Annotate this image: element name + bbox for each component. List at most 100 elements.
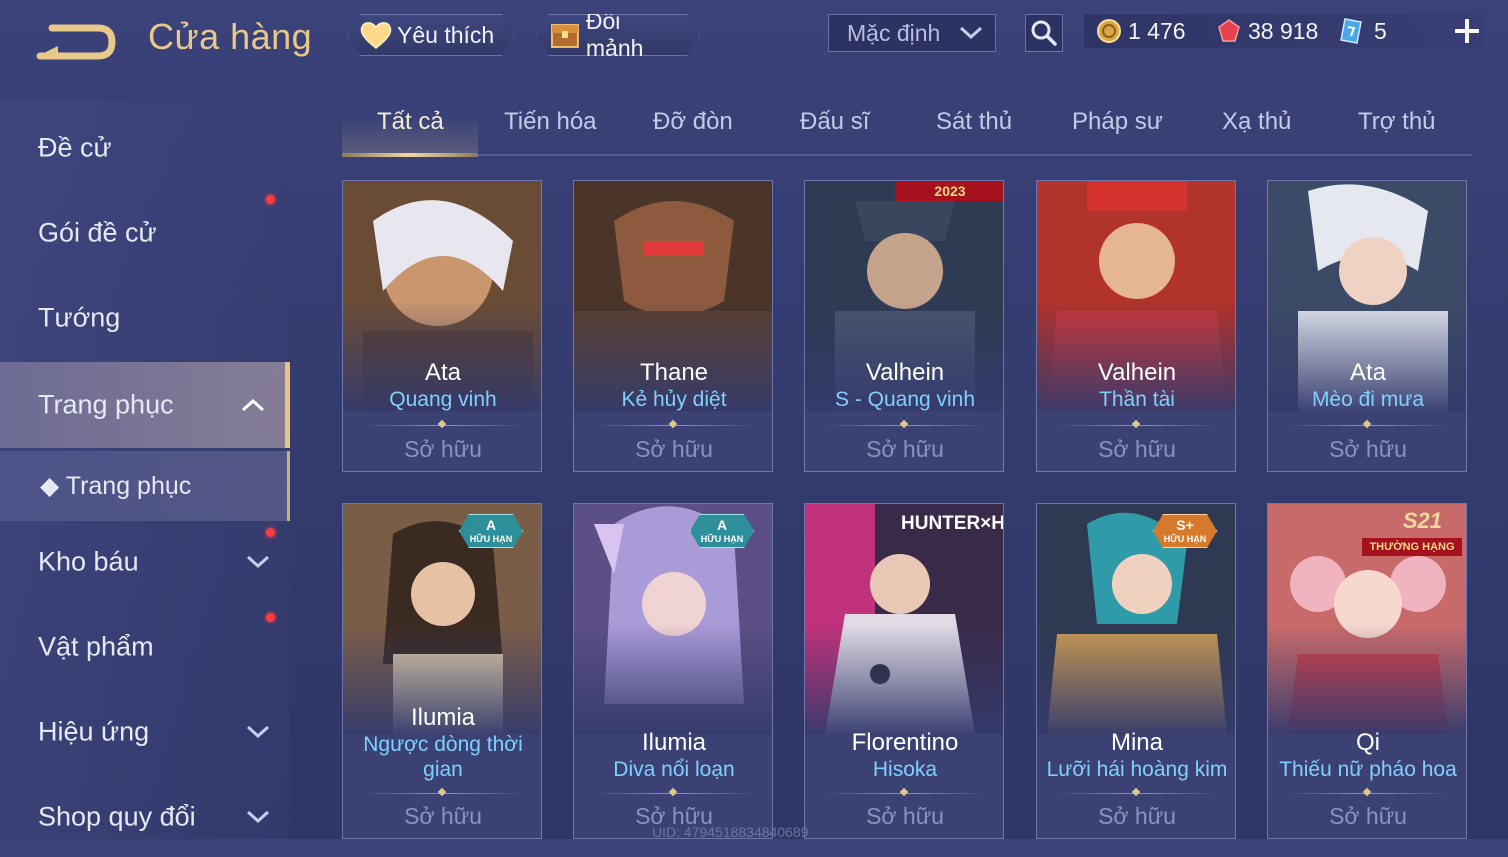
hero-name: Ilumia <box>410 704 476 731</box>
coin-value: 1 476 <box>1128 17 1186 44</box>
sidebar-item-effects[interactable]: Hiệu ứng <box>0 692 290 772</box>
hero-name: Ata <box>424 359 462 386</box>
rarity-badge: A HỮU HẠN <box>459 514 523 548</box>
ruby-balance: 38 918 <box>1216 14 1318 48</box>
rank-ribbon: THƯỜNG HẠNG <box>1362 538 1462 556</box>
chevron-down-icon <box>959 26 983 40</box>
card-info: Florentino Hisoka <box>805 729 1003 782</box>
skin-card-valhein-s-quang-vinh[interactable]: 2023 Valhein S - Quang vinh Sở hữu <box>804 180 1004 472</box>
sidebar-item-heroes[interactable]: Tướng <box>0 278 290 358</box>
notification-dot <box>266 613 275 622</box>
skin-card-ilumia-nguoc-dong-thoi-gian[interactable]: A HỮU HẠN Ilumia Ngược dòng thời gian Sở … <box>342 503 542 839</box>
owned-label: Sở hữu <box>404 803 482 829</box>
exchange-fragments-button[interactable]: Đổi mảnh <box>537 14 699 56</box>
card-divider <box>361 793 525 794</box>
card-info: Ilumia Ngược dòng thời gian <box>343 704 541 782</box>
card-info: Ata Mèo đi mưa <box>1268 359 1466 412</box>
skin-name: Lưỡi hái hoàng kim <box>1046 758 1228 781</box>
sidebar-item-label: Gói đề cử <box>38 217 157 248</box>
tab-marksman[interactable]: Xạ thủ <box>1222 108 1291 136</box>
skin-name: Kẻ hủy diệt <box>621 388 727 411</box>
skin-card-thane-ke-huy-diet[interactable]: Thane Kẻ hủy diệt Sở hữu <box>573 180 773 472</box>
card-divider <box>592 425 756 426</box>
sidebar-item-label: Shop quy đổi <box>38 801 196 832</box>
voucher-icon <box>1340 18 1362 44</box>
coin-balance: 1 476 <box>1096 14 1186 48</box>
sidebar: Đề cử Gói đề cử Tướng Trang phục ◆ Trang… <box>0 100 290 839</box>
chevron-down-icon <box>246 555 270 569</box>
hero-name: Qi <box>1356 729 1380 756</box>
card-divider <box>592 793 756 794</box>
sidebar-subitem-skins[interactable]: ◆ Trang phục <box>0 451 290 521</box>
owned-label: Sở hữu <box>1329 803 1407 829</box>
owned-label: Sở hữu <box>1098 803 1176 829</box>
sidebar-item-exchange-shop[interactable]: Shop quy đổi <box>0 777 290 857</box>
skin-card-ata-quang-vinh[interactable]: Ata Quang vinh Sở hữu <box>342 180 542 472</box>
season-emblem: S21 <box>1402 508 1442 533</box>
sidebar-item-featured-bundles[interactable]: Gói đề cử <box>0 193 290 273</box>
add-currency-button[interactable] <box>1450 14 1484 48</box>
hero-name: Florentino <box>851 729 959 756</box>
search-icon <box>1031 20 1057 46</box>
sidebar-item-items[interactable]: Vật phẩm <box>0 607 290 687</box>
exchange-label: Đổi mảnh <box>585 8 644 61</box>
tab-support[interactable]: Trợ thủ <box>1358 108 1436 136</box>
ruby-value: 38 918 <box>1248 17 1319 44</box>
skin-card-qi-thieu-nu-phao-hoa[interactable]: S21 THƯỜNG HẠNG Qi Thiếu nữ pháo hoa Sở … <box>1267 503 1467 839</box>
tab-mage[interactable]: Pháp sư <box>1072 108 1163 136</box>
skin-name: Mèo đi mưa <box>1311 388 1425 411</box>
heart-icon <box>359 20 393 50</box>
sidebar-item-featured[interactable]: Đề cử <box>0 108 290 188</box>
card-shade <box>805 624 1003 734</box>
card-divider <box>1286 425 1450 426</box>
card-info: Valhein S - Quang vinh <box>805 359 1003 412</box>
skin-card-ilumia-diva-noi-loan[interactable]: A HỮU HẠN Ilumia Diva nổi loạn Sở hữu <box>573 503 773 839</box>
collab-logo: HUNTER×HUNTER <box>901 513 1004 534</box>
card-info: Valhein Thần tài <box>1037 359 1235 412</box>
sidebar-item-label: Trang phục <box>38 389 174 420</box>
skin-card-ata-meo-di-mua[interactable]: Ata Mèo đi mưa Sở hữu <box>1267 180 1467 472</box>
card-shade <box>574 624 772 734</box>
ruby-icon <box>1218 19 1240 42</box>
sidebar-item-treasure[interactable]: Kho báu <box>0 522 290 602</box>
chevron-down-icon <box>246 810 270 824</box>
active-tab-underline <box>342 153 478 157</box>
owned-label: Sở hữu <box>866 803 944 829</box>
tab-tank[interactable]: Đỡ đòn <box>653 108 733 136</box>
card-info: Mina Lưỡi hái hoàng kim <box>1037 729 1235 782</box>
owned-label: Sở hữu <box>866 436 944 462</box>
rarity-badge: A HỮU HẠN <box>690 514 754 548</box>
sidebar-subitem-label: ◆ Trang phục <box>40 472 192 500</box>
category-tabs: Tất cả Tiến hóa Đỡ đòn Đấu sĩ Sát thủ Ph… <box>342 100 1472 157</box>
favorites-button[interactable]: Yêu thích <box>348 14 514 56</box>
search-button[interactable] <box>1025 14 1063 52</box>
skin-name: Hisoka <box>872 758 938 781</box>
sidebar-item-label: Vật phẩm <box>38 631 154 662</box>
skin-name: Thiếu nữ pháo hoa <box>1279 758 1457 781</box>
owned-label: Sở hữu <box>1329 436 1407 462</box>
card-info: Qi Thiếu nữ pháo hoa <box>1268 729 1466 782</box>
tab-assassin[interactable]: Sát thủ <box>936 108 1012 136</box>
tab-fighter[interactable]: Đấu sĩ <box>800 108 869 136</box>
owned-label: Sở hữu <box>1098 436 1176 462</box>
skin-card-valhein-than-tai[interactable]: Valhein Thần tài Sở hữu <box>1036 180 1236 472</box>
year-ribbon: 2023 <box>895 181 1003 201</box>
tab-evolution[interactable]: Tiến hóa <box>504 108 597 136</box>
chevron-down-icon <box>246 725 270 739</box>
card-info: Thane Kẻ hủy diệt <box>574 359 772 412</box>
skin-card-mina-luoi-hai-hoang-kim[interactable]: S+ HỮU HẠN Mina Lưỡi hái hoàng kim Sở hữu <box>1036 503 1236 839</box>
back-button[interactable] <box>36 20 118 60</box>
voucher-value: 5 <box>1374 17 1387 44</box>
back-arrow-icon <box>36 24 116 60</box>
hero-name: Thane <box>639 359 709 386</box>
sidebar-item-label: Kho báu <box>38 546 139 577</box>
hero-name: Valhein <box>865 359 945 386</box>
plus-icon <box>1455 19 1479 43</box>
sidebar-item-skins[interactable]: Trang phục <box>0 362 290 448</box>
tab-all[interactable]: Tất cả <box>377 108 444 136</box>
top-bar: Cửa hàng Yêu thích Đổi mảnh Mặc định 1 4… <box>0 0 1508 80</box>
rarity-badge: S+ HỮU HẠN <box>1153 514 1217 548</box>
skin-card-florentino-hisoka[interactable]: HUNTER×HUNTER Florentino Hisoka Sở hữu <box>804 503 1004 839</box>
card-divider <box>1055 425 1219 426</box>
sort-dropdown[interactable]: Mặc định <box>828 14 996 52</box>
